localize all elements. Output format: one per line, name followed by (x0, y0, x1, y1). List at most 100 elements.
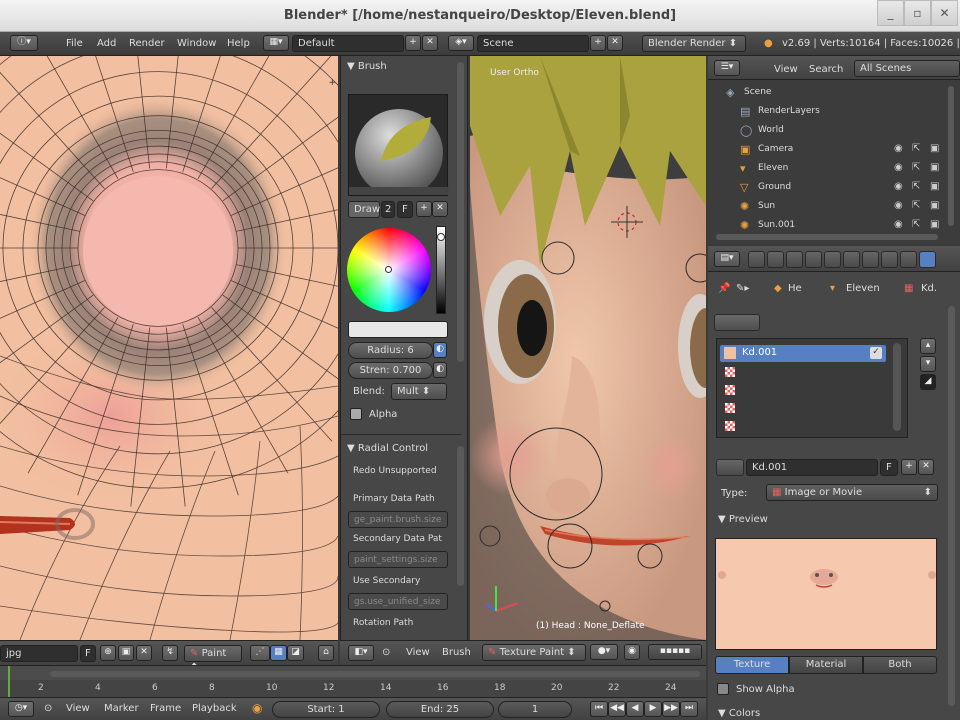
pattern-icon[interactable]: ▦ (270, 645, 287, 661)
menu-render[interactable]: Render (129, 38, 165, 49)
colors-header[interactable]: ▼ Colors (718, 708, 760, 719)
layer-buttons[interactable]: ▪▪▪▪▪ (648, 644, 702, 660)
slot-scrollbar[interactable] (893, 343, 901, 431)
outliner-row[interactable]: ✺ Sun ◉ ⇱ ▣ (708, 198, 944, 216)
current-frame-marker[interactable] (8, 666, 10, 698)
3d-brush-menu[interactable]: Brush (442, 647, 471, 658)
properties-scrollbar[interactable] (948, 306, 955, 706)
visibility-eye-icon[interactable]: ◉ (894, 143, 903, 154)
timeline-toggle-icon[interactable]: ⊙ (44, 703, 52, 714)
slot-enabled-checkbox[interactable]: ✓ (870, 347, 882, 359)
3d-editor-icon[interactable]: ◧▾ (348, 645, 374, 661)
remove-scene-icon[interactable]: ✕ (607, 35, 623, 51)
empty-texture-slot[interactable] (725, 403, 735, 413)
add-layout-icon[interactable]: + (405, 35, 421, 51)
tab-texture[interactable]: Texture (715, 656, 789, 674)
color-swatch[interactable] (348, 321, 448, 338)
primary-path-field[interactable]: ge_paint.brush.size (348, 511, 448, 528)
remove-brush-icon[interactable]: ✕ (432, 201, 448, 217)
outliner-hscrollbar[interactable] (716, 234, 938, 240)
paint-texture-icon[interactable]: ⋰ (250, 645, 270, 661)
texture-slot-list[interactable]: Kd.001 ✓ (716, 338, 908, 438)
outliner-view-menu[interactable]: View (774, 64, 798, 75)
slot-move-icon[interactable]: ◢ (920, 374, 936, 390)
preview-header[interactable]: ▼ Preview (718, 514, 768, 525)
outliner-filter-dropdown[interactable]: All Scenes (854, 60, 960, 77)
end-frame-field[interactable]: End: 25 (386, 701, 494, 718)
world-tab-icon[interactable] (805, 251, 822, 268)
tab-material[interactable]: Material (789, 656, 863, 674)
alpha-checkbox[interactable] (350, 408, 362, 420)
uv-mode-dropdown[interactable]: ✎ Paint ⬍ (184, 645, 242, 673)
render-camera-icon[interactable]: ▣ (930, 200, 939, 211)
timeline-frame-menu[interactable]: Frame (150, 703, 181, 714)
empty-texture-slot[interactable] (725, 385, 735, 395)
outliner-row[interactable]: ✺ Sun.001 ◉ ⇱ ▣ (708, 217, 944, 235)
layout-icon[interactable]: ▦▾ (263, 35, 289, 51)
scene-icon[interactable]: ◈▾ (448, 35, 474, 51)
add-brush-icon[interactable]: + (416, 201, 432, 217)
pivot-icon[interactable]: ◉ (624, 644, 640, 660)
timeline-editor-icon[interactable]: ◷▾ (8, 701, 34, 717)
properties-editor-icon[interactable]: ▤▾ (714, 251, 740, 267)
tab-both[interactable]: Both (863, 656, 937, 674)
brush-fake-user[interactable]: F (397, 201, 413, 218)
pin-icon[interactable]: 📌 (718, 283, 730, 294)
timeline-view-menu[interactable]: View (66, 703, 90, 714)
remove-layout-icon[interactable]: ✕ (422, 35, 438, 51)
texture-type-dropdown[interactable]: ▦ Image or Movie ⬍ (766, 484, 938, 501)
prev-key-icon[interactable]: ◀◀ (608, 701, 626, 717)
timeline[interactable]: 2 4 6 8 10 12 14 16 18 20 22 24 (0, 665, 706, 698)
timeline-marker-menu[interactable]: Marker (104, 703, 139, 714)
mode-dropdown[interactable]: ✎ Texture Paint ⬍ (482, 644, 586, 661)
select-cursor-icon[interactable]: ⇱ (912, 143, 920, 154)
data-tab-icon[interactable] (881, 251, 898, 268)
outliner-row[interactable]: ◯ World (708, 122, 944, 140)
render-camera-icon[interactable]: ▣ (930, 143, 939, 154)
constraints-tab-icon[interactable] (843, 251, 860, 268)
show-alpha-checkbox[interactable] (717, 683, 729, 695)
timeline-scrollbar[interactable] (50, 671, 700, 677)
brush-users-count[interactable]: 2 (381, 201, 395, 218)
unlink-texture-icon[interactable]: ✕ (918, 459, 934, 475)
texture-browse-icon[interactable] (716, 459, 744, 476)
empty-texture-slot[interactable] (725, 367, 735, 377)
image-pack-icon[interactable]: ▣ (118, 645, 134, 661)
select-cursor-icon[interactable]: ⇱ (912, 219, 920, 230)
outliner-row[interactable]: ▤ RenderLayers (708, 103, 944, 121)
modifiers-tab-icon[interactable] (862, 251, 879, 268)
render-camera-icon[interactable]: ▣ (930, 181, 939, 192)
texture-slot-active[interactable]: Kd.001 ✓ (720, 345, 886, 362)
radial-scrollbar[interactable] (457, 446, 464, 586)
brush-panel-header[interactable]: ▼ Brush (347, 61, 387, 72)
record-icon[interactable]: ◉ (252, 701, 262, 715)
strength-pressure-icon[interactable]: ◐ (433, 362, 447, 378)
render-layers-tab-icon[interactable] (767, 251, 784, 268)
uv-image-editor[interactable]: + (0, 56, 338, 640)
editor-type-icon[interactable]: ⓘ▾ (10, 35, 38, 51)
gradient-icon[interactable]: ◪ (287, 645, 304, 661)
scene-field[interactable]: Scene (477, 35, 589, 52)
play-reverse-icon[interactable]: ◀ (626, 701, 644, 717)
texture-tab-icon[interactable] (919, 251, 936, 268)
outliner-search-menu[interactable]: Search (809, 64, 843, 75)
visibility-eye-icon[interactable]: ◉ (894, 181, 903, 192)
shading-dropdown[interactable]: ●▾ (590, 644, 618, 660)
visibility-eye-icon[interactable]: ◉ (894, 200, 903, 211)
brush-name-field[interactable]: Draw (348, 201, 380, 218)
texture-name-field[interactable]: Kd.001 (746, 459, 878, 476)
add-scene-icon[interactable]: + (590, 35, 606, 51)
secondary-path-field[interactable]: paint_settings.size (348, 551, 448, 568)
render-camera-icon[interactable]: ▣ (930, 162, 939, 173)
strength-slider[interactable]: Stren: 0.700 (348, 362, 433, 379)
menu-toggle-icon[interactable]: ⊙ (382, 647, 390, 658)
outliner-vscrollbar[interactable] (948, 86, 954, 226)
select-cursor-icon[interactable]: ⇱ (912, 181, 920, 192)
image-unlink-icon[interactable]: ✕ (136, 645, 152, 661)
next-key-icon[interactable]: ▶▶ (662, 701, 680, 717)
layout-field[interactable]: Default (292, 35, 404, 52)
close-button[interactable]: ✕ (931, 0, 958, 26)
lock-icon[interactable]: ⌂ (318, 645, 334, 661)
object-tab-icon[interactable] (824, 251, 841, 268)
render-engine-dropdown[interactable]: Blender Render ⬍ (642, 35, 746, 52)
